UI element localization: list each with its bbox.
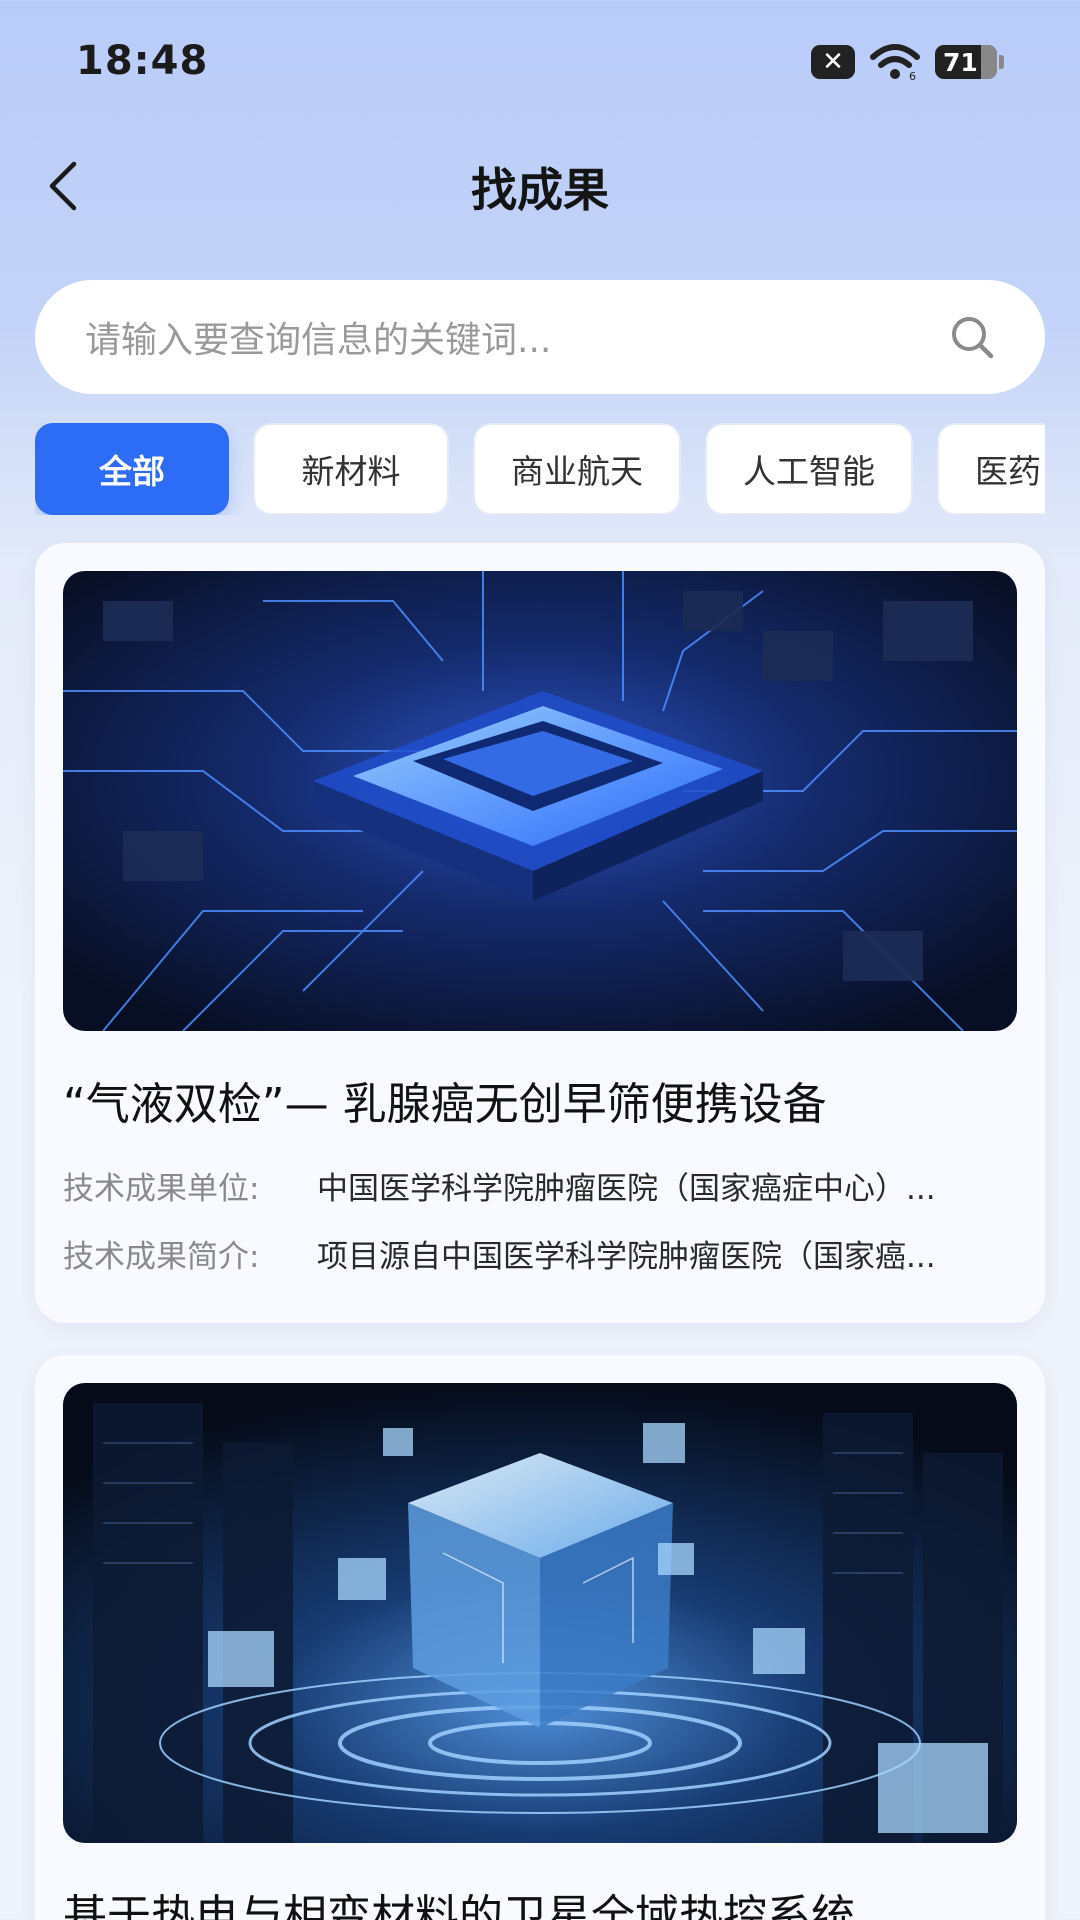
- category-tabs: 全部 新材料 商业航天 人工智能 医药: [35, 423, 1045, 515]
- result-card[interactable]: “气液双检”— 乳腺癌无创早筛便携设备 技术成果单位: 中国医学科学院肿瘤医院（…: [35, 543, 1045, 1323]
- unit-row: 技术成果单位: 中国医学科学院肿瘤医院（国家癌症中心）...: [63, 1163, 1017, 1208]
- tab-all[interactable]: 全部: [35, 423, 229, 515]
- nav-bar: 找成果: [0, 140, 1080, 230]
- tab-artificial-intelligence[interactable]: 人工智能: [705, 423, 913, 515]
- tab-commercial-aerospace[interactable]: 商业航天: [473, 423, 681, 515]
- tab-new-materials[interactable]: 新材料: [253, 423, 449, 515]
- card-title[interactable]: 基于热电与相变材料的卫星全域热控系统: [63, 1880, 1017, 1920]
- no-sim-icon: ✕: [811, 45, 855, 79]
- battery-level: 71: [943, 47, 978, 77]
- circuit-chip-image: [63, 571, 1017, 1031]
- data-cube-image: [63, 1383, 1017, 1843]
- intro-row: 技术成果简介: 项目源自中国医学科学院肿瘤医院（国家癌...: [63, 1231, 1017, 1276]
- search-icon[interactable]: [949, 314, 995, 360]
- search-input[interactable]: 请输入要查询信息的关键词...: [85, 311, 949, 363]
- battery-icon: 71: [935, 45, 997, 79]
- intro-label: 技术成果简介:: [63, 1239, 260, 1275]
- result-card[interactable]: 基于热电与相变材料的卫星全域热控系统: [35, 1355, 1045, 1920]
- svg-text:6: 6: [909, 70, 916, 81]
- page-title: 找成果: [471, 163, 609, 217]
- tab-medicine[interactable]: 医药: [937, 423, 1045, 515]
- status-icons: ✕ 6 71: [811, 42, 1004, 82]
- circuit-chip-illustration: [63, 571, 1017, 1031]
- card-title[interactable]: “气液双检”— 乳腺癌无创早筛便携设备: [63, 1068, 1017, 1132]
- search-box[interactable]: 请输入要查询信息的关键词...: [35, 280, 1045, 394]
- data-cube-illustration: [63, 1383, 1017, 1843]
- unit-value: 中国医学科学院肿瘤医院（国家癌症中心）...: [317, 1171, 936, 1207]
- wifi-icon: 6: [870, 44, 920, 81]
- status-bar: 18:48 ✕ 6 71: [0, 0, 1080, 125]
- intro-value: 项目源自中国医学科学院肿瘤医院（国家癌...: [317, 1239, 936, 1275]
- status-time: 18:48: [76, 38, 209, 84]
- unit-label: 技术成果单位:: [63, 1171, 260, 1207]
- battery-indicator: 71: [935, 45, 1004, 79]
